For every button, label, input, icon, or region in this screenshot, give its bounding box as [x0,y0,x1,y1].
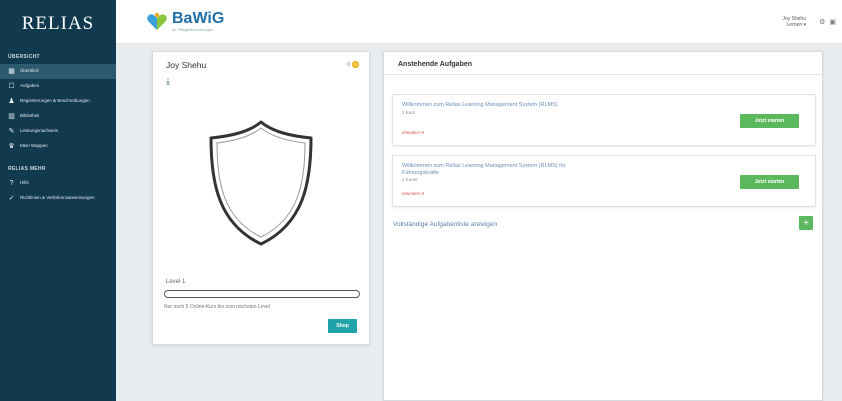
user-menu[interactable]: Joy Shehu Lernen ▾ [782,16,806,28]
task-title-link[interactable]: Willkommen zum Relias Learning Managemen… [402,102,558,108]
sidebar-item-tasks[interactable]: ☐ Aufgaben [0,79,116,94]
sidebar-item-library[interactable]: ▥ Bibliothek [0,109,116,124]
settings-icon[interactable]: ⚙ [819,18,825,26]
level-label: Level 1 [166,279,186,285]
bawig-heart-icon [147,12,167,30]
task-title-link[interactable]: Willkommen zum Relias Learning Managemen… [402,163,566,176]
top-bar: BaWiG für Pflegeeinrichtungen Joy Shehu … [116,0,842,44]
brand-subtitle: für Pflegeeinrichtungen [172,27,214,32]
sidebar-item-certificates[interactable]: ✎ Leistungsnachweis [0,124,116,139]
task-item: Willkommen zum Relias Learning Managemen… [392,94,816,146]
sidebar-section-overview: ÜBERSICHT [8,54,40,60]
registration-icon: ♟ [8,98,15,105]
start-task-button[interactable]: Jetzt starten [740,114,799,128]
profile-card: Joy Shehu 0 ⤓ Level 1 Nur noch 5 Online-… [152,51,370,345]
task-expand-link[interactable]: erweitern ▾ [402,130,424,136]
shop-button[interactable]: Shop [328,319,357,333]
sidebar-item-label: Bibliothek [20,113,40,118]
policy-icon: ✓ [8,195,15,202]
sidebar-item-label: Registrierungen & Beschreibungen [20,98,90,103]
show-all-tasks-link[interactable]: Vollständige Aufgabenliste anzeigen [393,221,497,228]
help-icon: ? [9,180,14,187]
coin-counter: 0 [347,61,359,68]
coin-icon [352,61,359,68]
sidebar-item-my-crest[interactable]: ♛ Mein Wappen [0,139,116,154]
task-title-container: Willkommen zum Relias Learning Managemen… [402,102,592,116]
task-title-container: Willkommen zum Relias Learning Managemen… [402,163,592,184]
divider [384,74,822,75]
sidebar-item-registrations[interactable]: ♟ Registrierungen & Beschreibungen [0,94,116,109]
sidebar-item-label: Mein Wappen [20,143,48,148]
task-expand-link[interactable]: erweitern ▾ [402,191,424,197]
level-progress-note: Nur noch 5 Online-Kurs bis zum nächsten … [164,304,270,310]
upcoming-tasks-card: Anstehende Aufgaben Willkommen zum Relia… [383,51,823,401]
sidebar: RELIAS ÜBERSICHT ▦ Überblick ☐ Aufgaben … [0,0,116,401]
notifications-icon[interactable]: ▣ [829,18,836,26]
tasks-icon: ☐ [8,83,15,90]
coin-count-value: 0 [347,61,350,68]
certificate-icon: ✎ [8,128,15,135]
sidebar-section-more: RELIAS MEHR [8,166,46,172]
sidebar-item-policies[interactable]: ✓ Richtlinien & Verfahrensanweisungen [0,191,116,206]
add-task-button[interactable]: + [799,216,813,230]
trophy-icon: ♛ [8,143,15,150]
brand-name: BaWiG [172,10,225,27]
crest-shield-icon [209,120,313,246]
download-icon[interactable]: ⤓ [166,76,170,87]
task-meta: 2 Kurse [402,177,418,182]
task-item: Willkommen zum Relias Learning Managemen… [392,155,816,207]
profile-name: Joy Shehu [166,60,207,70]
sidebar-item-label: Richtlinien & Verfahrensanweisungen [20,195,95,200]
sidebar-item-label: Aufgaben [20,83,40,88]
task-meta: 1 Kurs [402,109,416,115]
library-icon: ▥ [8,113,15,120]
sidebar-item-label: Überblick [20,68,39,73]
dashboard-icon: ▦ [8,68,15,75]
relias-logo[interactable]: RELIAS [0,0,116,48]
bawig-logo[interactable]: BaWiG für Pflegeeinrichtungen [146,11,224,32]
sidebar-item-overview[interactable]: ▦ Überblick [0,64,116,79]
top-icons: ⚙ ▣ [819,18,836,26]
start-task-button[interactable]: Jetzt starten [740,175,799,189]
level-progress-bar [164,290,360,298]
tasks-title: Anstehende Aufgaben [398,61,473,68]
sidebar-item-label: Hilfe [20,180,30,185]
sidebar-item-help[interactable]: ? Hilfe [0,176,116,191]
sidebar-item-label: Leistungsnachweis [20,128,59,133]
user-menu-toggle[interactable]: Lernen ▾ [782,22,806,28]
